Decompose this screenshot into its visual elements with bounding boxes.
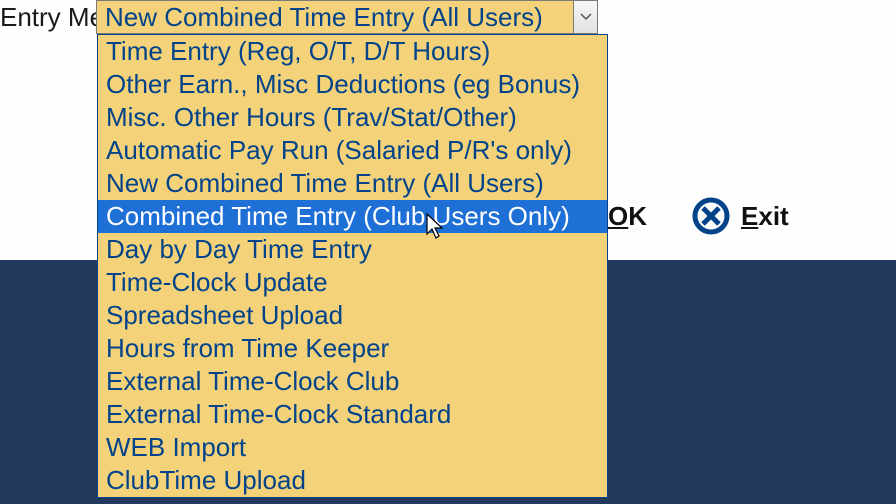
dropdown-item[interactable]: ClubTime Upload — [98, 464, 607, 497]
entry-method-row: Entry Method New Combined Time Entry (Al… — [0, 0, 598, 34]
dropdown-item[interactable]: Time Entry (Reg, O/T, D/T Hours) — [98, 35, 607, 68]
dropdown-item[interactable]: External Time-Clock Standard — [98, 398, 607, 431]
entry-method-dropdown-list[interactable]: Time Entry (Reg, O/T, D/T Hours)Other Ea… — [97, 34, 608, 498]
dropdown-item[interactable]: Spreadsheet Upload — [98, 299, 607, 332]
chevron-down-icon — [580, 8, 592, 26]
dropdown-item[interactable]: Combined Time Entry (Club Users Only) — [98, 200, 607, 233]
dialog-button-area: OK Exit — [608, 196, 789, 236]
ok-button-label: OK — [608, 201, 647, 232]
dropdown-item[interactable]: Hours from Time Keeper — [98, 332, 607, 365]
dropdown-item[interactable]: Day by Day Time Entry — [98, 233, 607, 266]
dropdown-item[interactable]: Misc. Other Hours (Trav/Stat/Other) — [98, 101, 607, 134]
dropdown-item[interactable]: External Time-Clock Club — [98, 365, 607, 398]
entry-method-label: Entry Method — [0, 0, 96, 33]
ok-button[interactable]: OK — [608, 201, 647, 232]
entry-method-combobox[interactable]: New Combined Time Entry (All Users) — [96, 0, 598, 34]
exit-button[interactable]: Exit — [691, 196, 789, 236]
close-circle-icon — [691, 196, 731, 236]
dropdown-item[interactable]: WEB Import — [98, 431, 607, 464]
dropdown-item[interactable]: Other Earn., Misc Deductions (eg Bonus) — [98, 68, 607, 101]
combobox-dropdown-button[interactable] — [573, 1, 597, 33]
entry-method-selected-value: New Combined Time Entry (All Users) — [97, 2, 573, 33]
dropdown-item[interactable]: Automatic Pay Run (Salaried P/R's only) — [98, 134, 607, 167]
form-panel: Entry Method New Combined Time Entry (Al… — [0, 0, 896, 260]
exit-button-label: Exit — [741, 201, 789, 232]
dropdown-item[interactable]: New Combined Time Entry (All Users) — [98, 167, 607, 200]
dropdown-item[interactable]: Time-Clock Update — [98, 266, 607, 299]
